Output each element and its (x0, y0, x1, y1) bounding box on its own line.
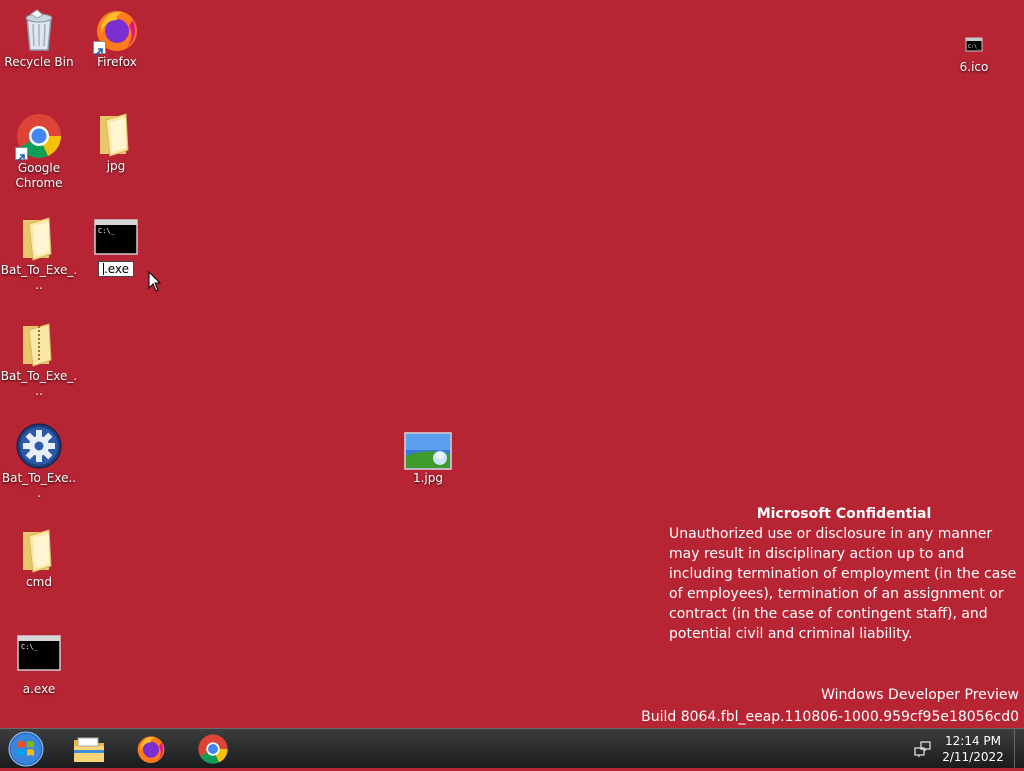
chrome-icon (198, 734, 228, 764)
start-button[interactable] (6, 730, 46, 767)
6-ico-desktop-icon[interactable]: C:\_ 6.ico (935, 36, 1013, 75)
6-ico-label: 6.ico (959, 60, 989, 74)
gear-icon (15, 422, 63, 470)
recycle-bin-label: Recycle Bin (4, 55, 74, 69)
1-jpg-desktop-icon[interactable]: 1.jpg (389, 432, 467, 486)
exe-desktop-icon[interactable]: C:\_ .exe (77, 218, 155, 277)
zip-folder-icon (15, 320, 63, 368)
taskbar-file-explorer[interactable] (65, 732, 113, 766)
console-icon: C:\_ (15, 634, 63, 674)
svg-text:C:\_: C:\_ (98, 227, 116, 235)
desktop[interactable]: Recycle Bin Firefox C:\_ 6.ico Google Ch… (0, 0, 1024, 728)
firefox-desktop-icon[interactable]: Firefox (78, 6, 156, 70)
shortcut-arrow-icon (93, 41, 106, 56)
watermark-line1: Windows Developer Preview (821, 687, 1019, 703)
confidential-title: Microsoft Confidential (756, 506, 932, 522)
recycle-bin-desktop-icon[interactable]: Recycle Bin (0, 6, 78, 70)
chrome-label: Google Chrome (15, 161, 63, 190)
folder-icon (15, 526, 63, 574)
start-orb-icon (8, 731, 44, 767)
shortcut-arrow-icon (15, 147, 28, 162)
1-jpg-label: 1.jpg (412, 471, 444, 485)
image-thumbnail-icon (404, 432, 452, 470)
bat-to-exe-folder-label: Bat_To_Exe_... (0, 263, 78, 292)
bat-to-exe-folder-desktop-icon[interactable]: Bat_To_Exe_... (0, 214, 78, 293)
cmd-folder-label: cmd (26, 575, 52, 589)
taskbar-firefox[interactable] (127, 732, 175, 766)
recycle-bin-icon (15, 6, 63, 54)
jpg-folder-label: jpg (106, 159, 126, 173)
confidential-notice: Microsoft Confidential Unauthorized use … (669, 504, 1019, 644)
a-exe-desktop-icon[interactable]: C:\_ a.exe (0, 634, 78, 697)
svg-text:C:\_: C:\_ (21, 643, 39, 651)
file-explorer-icon (74, 737, 104, 762)
folder-icon (15, 214, 63, 262)
chrome-icon (15, 112, 63, 162)
mouse-cursor-icon (148, 270, 162, 293)
rename-input[interactable]: .exe (97, 261, 135, 277)
firefox-icon (93, 6, 141, 56)
taskbar: 12:14 PM 2/11/2022 (0, 728, 1024, 769)
confidential-text: Unauthorized use or disclosure in any ma… (669, 526, 1017, 642)
console-icon: C:\_ (950, 36, 998, 56)
a-exe-label: a.exe (22, 682, 56, 696)
clock-time: 12:14 PM (945, 734, 1001, 748)
bat-to-exe-app-desktop-icon[interactable]: Bat_To_Exe... (0, 422, 78, 501)
bat-to-exe-zip-desktop-icon[interactable]: Bat_To_Exe_... (0, 320, 78, 399)
bat-to-exe-zip-label: Bat_To_Exe_... (0, 369, 78, 398)
build-watermark: Windows Developer Preview Build 8064.fbl… (641, 684, 1019, 728)
rename-input-value: .exe (103, 262, 130, 276)
firefox-icon (137, 736, 165, 763)
cmd-folder-desktop-icon[interactable]: cmd (0, 526, 78, 590)
taskbar-clock[interactable]: 12:14 PM 2/11/2022 (938, 733, 1008, 765)
jpg-folder-desktop-icon[interactable]: jpg (77, 110, 155, 174)
clock-date: 2/11/2022 (942, 750, 1004, 764)
network-tray-icon[interactable] (914, 740, 932, 758)
svg-text:C:\_: C:\_ (968, 44, 981, 50)
console-icon: C:\_ (92, 218, 140, 258)
taskbar-chrome[interactable] (189, 732, 237, 766)
watermark-line2: Build 8064.fbl_eeap.110806-1000.959cf95e… (641, 709, 1019, 725)
bat-to-exe-app-label: Bat_To_Exe... (1, 471, 77, 500)
chrome-desktop-icon[interactable]: Google Chrome (0, 112, 78, 191)
firefox-label: Firefox (97, 55, 137, 69)
folder-icon (92, 110, 140, 158)
show-desktop-button[interactable] (1014, 729, 1024, 769)
